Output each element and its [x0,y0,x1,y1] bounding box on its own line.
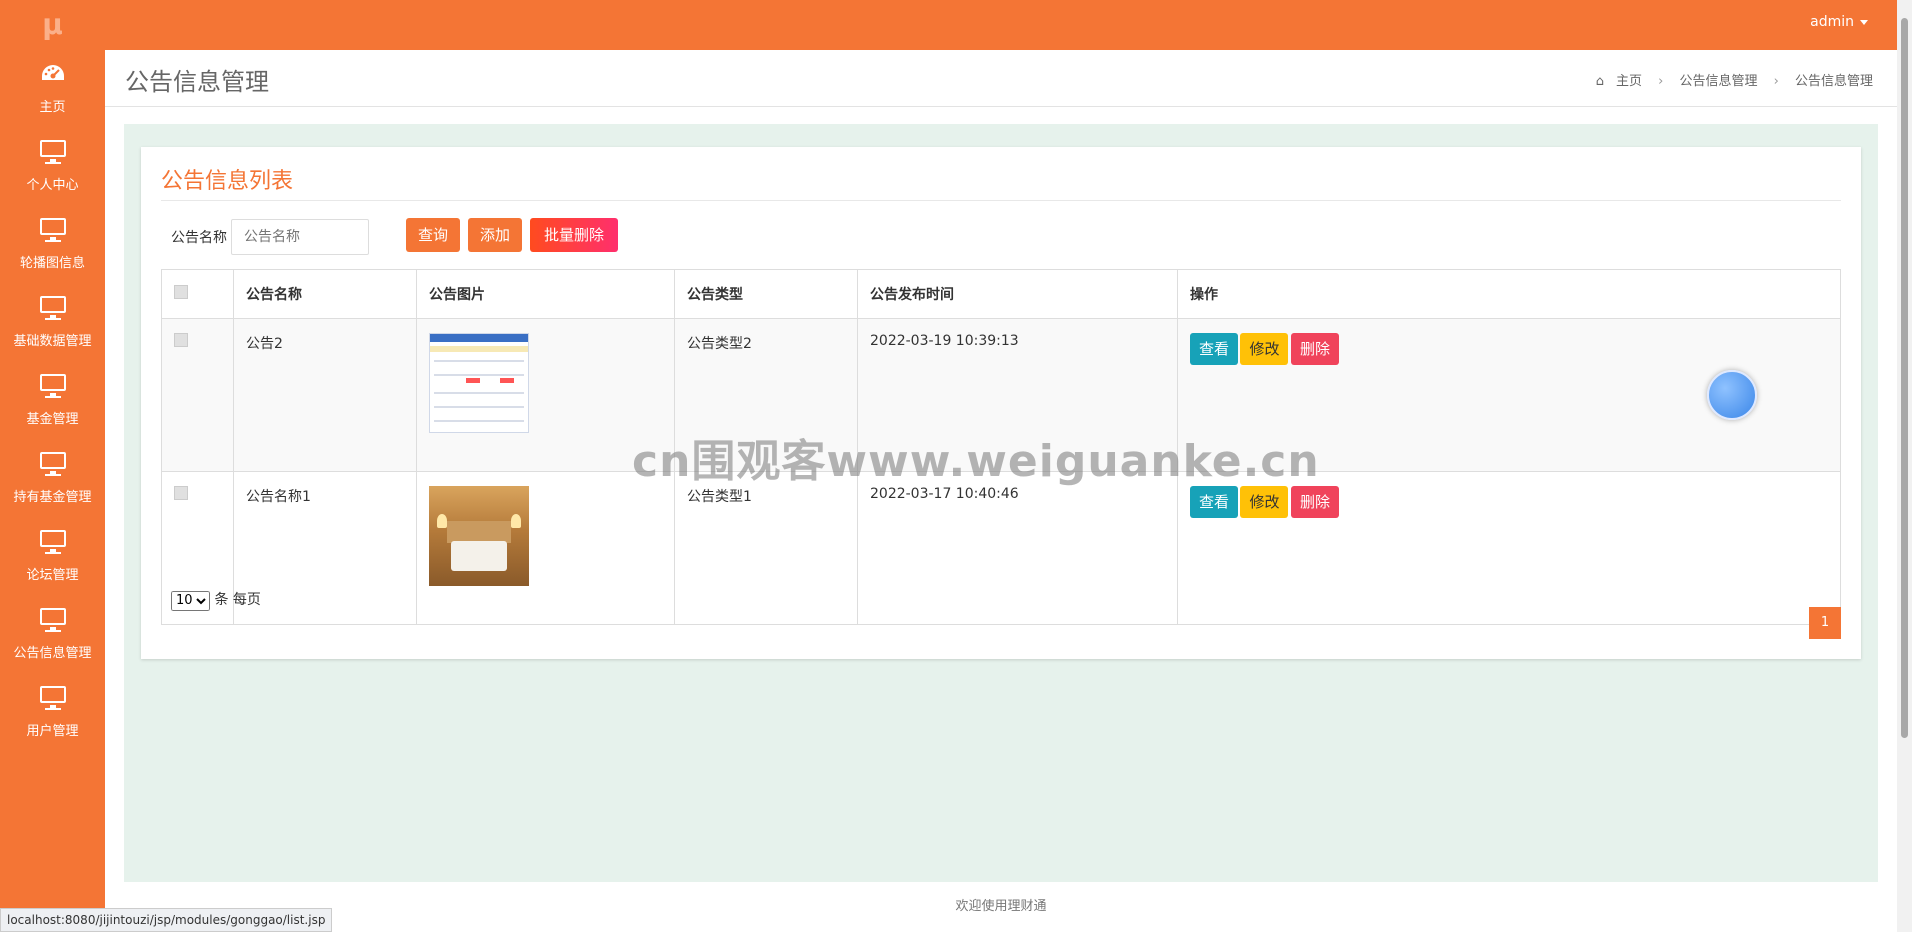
monitor-icon [0,374,105,400]
column-header: 公告名称 [233,269,417,319]
monitor-icon [0,686,105,712]
sidebar-item-label: 公告信息管理 [13,646,92,661]
select-all-checkbox[interactable] [174,285,188,299]
notice-type: 公告类型1 [674,471,858,625]
table-header-row: 公告名称 公告图片 公告类型 公告发布时间 操作 [161,269,1841,319]
row-actions: 查看 修改 删除 [1177,471,1841,625]
row-select-cell [161,318,234,472]
sidebar-item-users[interactable]: 用户管理 [0,674,105,752]
page-header: 公告信息管理 ⌂ 主页 › 公告信息管理 › 公告信息管理 [105,50,1897,107]
delete-button[interactable]: 删除 [1290,486,1339,518]
caret-down-icon [1860,19,1868,25]
top-bar: μ admin [0,0,1912,50]
sidebar-item-carousel[interactable]: 轮播图信息 [0,206,105,284]
row-checkbox[interactable] [174,486,188,500]
notice-image-thumbnail[interactable] [429,486,529,586]
batch-delete-button[interactable]: 批量删除 [530,218,618,252]
sidebar-item-basic-data[interactable]: 基础数据管理 [0,284,105,362]
view-button[interactable]: 查看 [1190,486,1239,518]
dashboard-icon [0,62,105,88]
sidebar-item-home[interactable]: 主页 [0,50,105,128]
notice-list-card: 公告信息列表 公告名称 查询 添加 批量删除 公告名称 公告图片 公告类型 公告… [141,147,1861,659]
divider [161,200,1841,201]
breadcrumb-home[interactable]: 主页 [1616,74,1642,89]
notice-time: 2022-03-17 10:40:46 [857,471,1178,625]
monitor-icon [0,218,105,244]
column-header: 公告类型 [674,269,858,319]
view-button[interactable]: 查看 [1190,333,1239,365]
per-page-label: 条 每页 [214,592,261,608]
breadcrumb-current: 公告信息管理 [1794,74,1873,89]
app-logo[interactable]: μ [0,0,105,50]
sidebar-item-funds[interactable]: 基金管理 [0,362,105,440]
scrollbar-thumb[interactable] [1901,18,1908,738]
delete-button[interactable]: 删除 [1290,333,1339,365]
sidebar-item-label: 个人中心 [26,178,79,193]
select-all-cell [161,269,234,319]
table-row: 公告名称1 公告类型1 2022-03-17 10:40:46 查看 修改 删除 [161,471,1841,625]
edit-button[interactable]: 修改 [1240,486,1289,518]
breadcrumb-section[interactable]: 公告信息管理 [1679,74,1757,89]
sidebar-item-label: 论坛管理 [26,568,79,583]
column-header: 操作 [1177,269,1841,319]
monitor-icon [0,296,105,322]
notice-image-cell [416,471,675,625]
sidebar: 主页 个人中心 轮播图信息 基础数据管理 基金管理 持有基金管理 论坛管理 公告… [0,50,105,932]
page-scrollbar[interactable] [1897,0,1912,932]
notice-type: 公告类型2 [674,318,858,472]
user-name: admin [1810,14,1854,30]
footer: 欢迎使用理财通 [105,882,1897,932]
notice-image-cell [416,318,675,472]
sidebar-item-notices[interactable]: 公告信息管理 [0,596,105,674]
filter-label: 公告名称 [171,230,227,246]
chevron-right-icon: › [1773,74,1779,89]
notice-table: 公告名称 公告图片 公告类型 公告发布时间 操作 公告2 公告类型2 2022-… [161,269,1841,625]
notice-image-thumbnail[interactable] [429,333,529,433]
page-title: 公告信息管理 [125,68,269,96]
monitor-icon [0,452,105,478]
sidebar-item-label: 持有基金管理 [13,490,92,505]
breadcrumb: ⌂ 主页 › 公告信息管理 › 公告信息管理 [1590,70,1879,89]
sidebar-item-holdings[interactable]: 持有基金管理 [0,440,105,518]
monitor-icon [0,140,105,166]
monitor-icon [0,530,105,556]
page-size-select[interactable]: 10 [171,590,210,611]
status-bar-url: localhost:8080/jijintouzi/jsp/modules/go… [0,908,333,932]
floating-action-circle[interactable] [1707,370,1757,420]
edit-button[interactable]: 修改 [1240,333,1289,365]
monitor-icon [0,608,105,634]
pagination-page[interactable]: 1 [1809,607,1841,639]
column-header: 公告发布时间 [857,269,1178,319]
search-button[interactable]: 查询 [406,218,460,252]
notice-name-search-input[interactable] [231,219,369,255]
page-size-control: 10 条 每页 [171,589,261,611]
home-icon: ⌂ [1595,74,1604,89]
sidebar-item-label: 基础数据管理 [13,334,92,349]
notice-time: 2022-03-19 10:39:13 [857,318,1178,472]
sidebar-item-label: 主页 [39,100,66,115]
sidebar-item-profile[interactable]: 个人中心 [0,128,105,206]
chevron-right-icon: › [1658,74,1664,89]
sidebar-item-label: 轮播图信息 [19,256,85,271]
column-header: 公告图片 [416,269,675,319]
card-title: 公告信息列表 [161,169,294,194]
sidebar-item-forum[interactable]: 论坛管理 [0,518,105,596]
sidebar-item-label: 基金管理 [26,412,79,427]
user-menu[interactable]: admin [1810,0,1868,45]
sidebar-item-label: 用户管理 [26,724,79,739]
add-button[interactable]: 添加 [468,218,522,252]
row-checkbox[interactable] [174,333,188,347]
table-row: 公告2 公告类型2 2022-03-19 10:39:13 查看 修改 删除 [161,318,1841,472]
notice-name: 公告2 [233,318,417,472]
